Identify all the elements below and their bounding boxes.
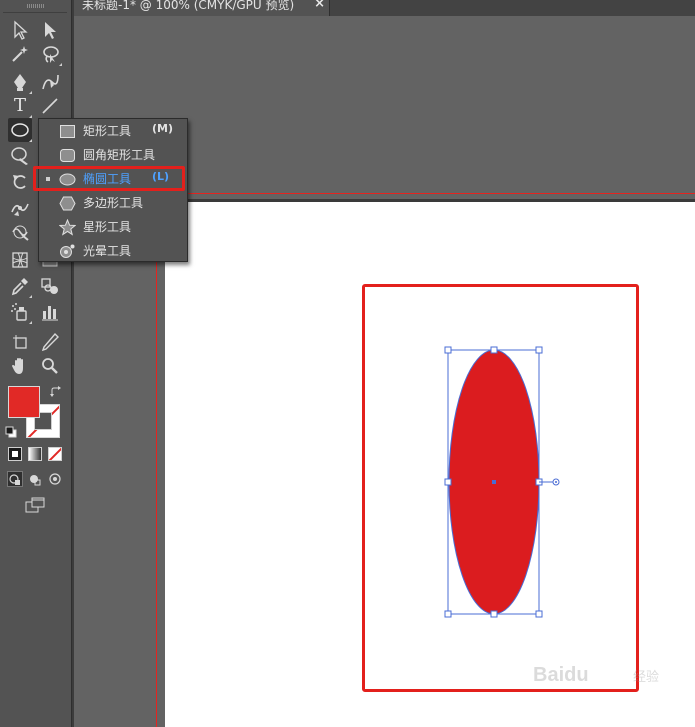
watermark-text: Baidu bbox=[533, 664, 589, 686]
none-mode-button[interactable] bbox=[48, 447, 62, 461]
symbol-sprayer-icon[interactable] bbox=[8, 300, 32, 324]
rotate-icon[interactable] bbox=[8, 170, 32, 194]
panel-grip[interactable] bbox=[27, 4, 45, 8]
document-tab[interactable]: 未标题-1* @ 100% (CMYK/GPU 预览) × bbox=[74, 0, 330, 16]
flyout-item-rectangle[interactable]: 矩形工具 (M) bbox=[39, 119, 187, 143]
width-icon[interactable] bbox=[8, 196, 32, 220]
draw-inside-icon[interactable] bbox=[47, 471, 63, 487]
rounded-rectangle-icon bbox=[60, 149, 75, 162]
draw-behind-icon[interactable] bbox=[27, 471, 43, 487]
blend-icon[interactable] bbox=[38, 274, 62, 298]
fill-color-swatch[interactable] bbox=[8, 386, 40, 418]
document-tab-title: 未标题-1* @ 100% (CMYK/GPU 预览) bbox=[82, 0, 295, 12]
hand-icon[interactable] bbox=[8, 354, 32, 378]
curvature-pen-icon[interactable] bbox=[38, 70, 62, 94]
flyout-item-shortcut: (M) bbox=[152, 122, 174, 135]
paintbrush-icon[interactable] bbox=[8, 144, 32, 168]
default-fill-stroke-icon[interactable] bbox=[5, 426, 17, 438]
line-segment-icon[interactable] bbox=[38, 94, 62, 118]
column-graph-icon[interactable] bbox=[38, 300, 62, 324]
mesh-icon[interactable] bbox=[8, 248, 32, 272]
gradient-mode-button[interactable] bbox=[28, 447, 42, 461]
tab-bar-empty bbox=[330, 0, 695, 16]
flyout-item-label: 圆角矩形工具 bbox=[83, 148, 156, 162]
watermark: Baidu 经验 bbox=[533, 652, 663, 697]
pen-icon[interactable] bbox=[8, 70, 32, 94]
bleed-guide-left bbox=[156, 193, 157, 727]
color-mode-button[interactable] bbox=[8, 447, 22, 461]
artboard-icon[interactable] bbox=[8, 330, 32, 354]
annotation-highlight-shape bbox=[362, 284, 639, 692]
zoom-icon[interactable] bbox=[38, 354, 62, 378]
watermark-sub: 经验 bbox=[633, 670, 660, 685]
ellipse-icon[interactable] bbox=[8, 118, 32, 142]
flyout-item-flare[interactable]: 光晕工具 bbox=[39, 239, 187, 263]
close-tab-icon[interactable]: × bbox=[314, 0, 325, 11]
panel-divider bbox=[3, 12, 67, 13]
draw-normal-icon[interactable] bbox=[7, 471, 23, 487]
star-icon bbox=[59, 219, 76, 236]
flyout-item-polygon[interactable]: 多边形工具 bbox=[39, 191, 187, 215]
flyout-item-label: 光晕工具 bbox=[83, 244, 132, 258]
eyedropper-icon[interactable] bbox=[8, 274, 32, 298]
flyout-item-label: 多边形工具 bbox=[83, 196, 144, 210]
type-tool-glyph: T bbox=[13, 95, 26, 116]
selection-arrow-icon[interactable] bbox=[8, 18, 32, 42]
flyout-item-label: 星形工具 bbox=[83, 220, 132, 234]
type-icon[interactable]: T bbox=[8, 94, 32, 118]
bleed-guide-top bbox=[156, 193, 695, 194]
screen-mode-icon[interactable] bbox=[24, 496, 48, 514]
slice-icon[interactable] bbox=[38, 330, 62, 354]
annotation-highlight-flyout bbox=[33, 166, 185, 191]
swap-fill-stroke-icon[interactable] bbox=[50, 386, 62, 398]
warp-icon[interactable] bbox=[8, 220, 32, 244]
flare-icon bbox=[60, 244, 75, 258]
flyout-item-star[interactable]: 星形工具 bbox=[39, 215, 187, 239]
flyout-item-rounded-rectangle[interactable]: 圆角矩形工具 bbox=[39, 143, 187, 167]
flyout-item-label: 矩形工具 bbox=[83, 124, 132, 138]
direct-selection-arrow-icon[interactable] bbox=[38, 18, 62, 42]
tools-panel: T bbox=[0, 0, 72, 727]
magic-wand-icon[interactable] bbox=[8, 42, 32, 66]
rectangle-icon bbox=[60, 125, 75, 138]
polygon-icon bbox=[59, 196, 76, 211]
lasso-icon[interactable] bbox=[38, 42, 62, 66]
